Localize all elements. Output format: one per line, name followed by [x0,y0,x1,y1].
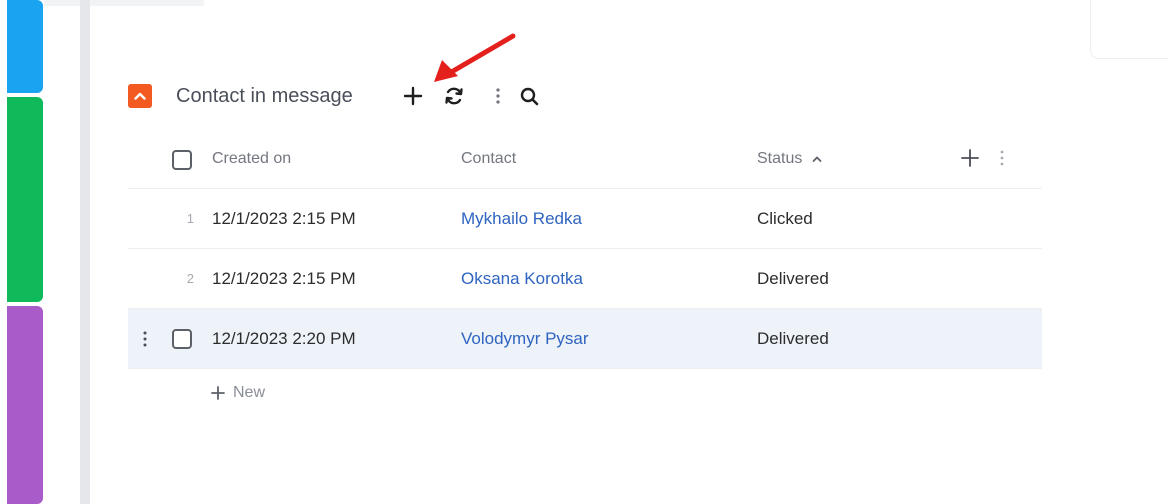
corner-card [1090,0,1168,59]
table-row[interactable]: 2 12/1/2023 2:15 PM Oksana Korotka Deliv… [128,249,1042,309]
section-strip-green [7,97,43,302]
cell-created-on: 12/1/2023 2:15 PM [212,208,356,228]
cell-created-on: 12/1/2023 2:20 PM [212,328,356,348]
detail-menu-button[interactable] [486,84,510,108]
cell-contact-link[interactable]: Oksana Korotka [461,249,583,308]
cell-created-on: 12/1/2023 2:15 PM [212,268,356,288]
plus-icon [403,86,423,106]
plus-icon [211,386,225,400]
row-checkbox[interactable] [172,329,192,349]
collapse-button[interactable] [128,84,152,108]
cell-status: Clicked [757,208,813,228]
column-contact[interactable]: Contact [461,130,516,188]
search-icon [520,87,539,106]
new-record-label: New [233,384,266,401]
table-row[interactable]: 1 12/1/2023 2:15 PM Mykhailo Redka Click… [128,189,1042,249]
kebab-menu-icon [143,331,147,347]
cell-status: Delivered [757,268,829,288]
refresh-button[interactable] [442,84,466,108]
grid-header: Created on Contact Status [128,130,1042,189]
cell-status: Delivered [757,328,829,348]
new-record-button[interactable]: New [210,384,265,402]
sort-ascending-icon [812,154,822,164]
table-row[interactable]: 12/1/2023 2:20 PM Volodymyr Pysar Delive… [128,309,1042,369]
chevron-up-icon [134,92,146,100]
cell-contact-link[interactable]: Mykhailo Redka [461,189,582,248]
refresh-icon [445,87,463,105]
contact-grid: Created on Contact Status 1 12/1/2023 2:… [128,130,1042,401]
top-tab-edge [44,0,204,6]
section-strip-blue [7,0,43,93]
detail-title: Contact in message [176,85,353,107]
add-column-button[interactable] [959,147,981,169]
panel-divider [80,0,90,504]
search-button[interactable] [517,84,541,108]
column-created-on[interactable]: Created on [212,130,291,188]
column-status-label: Status [757,150,803,167]
row-number: 1 [186,211,194,226]
kebab-menu-icon [1000,150,1004,166]
select-all-checkbox[interactable] [172,150,192,170]
annotation-arrow [434,33,516,82]
kebab-menu-icon [496,88,500,104]
section-strip-purple [7,306,43,504]
add-record-button[interactable] [401,84,425,108]
plus-icon [961,149,979,167]
column-menu-button[interactable] [996,147,1008,169]
column-status[interactable]: Status [757,130,822,188]
row-menu-button[interactable] [139,328,151,350]
cell-contact-link[interactable]: Volodymyr Pysar [461,309,589,368]
row-number: 2 [186,271,194,286]
